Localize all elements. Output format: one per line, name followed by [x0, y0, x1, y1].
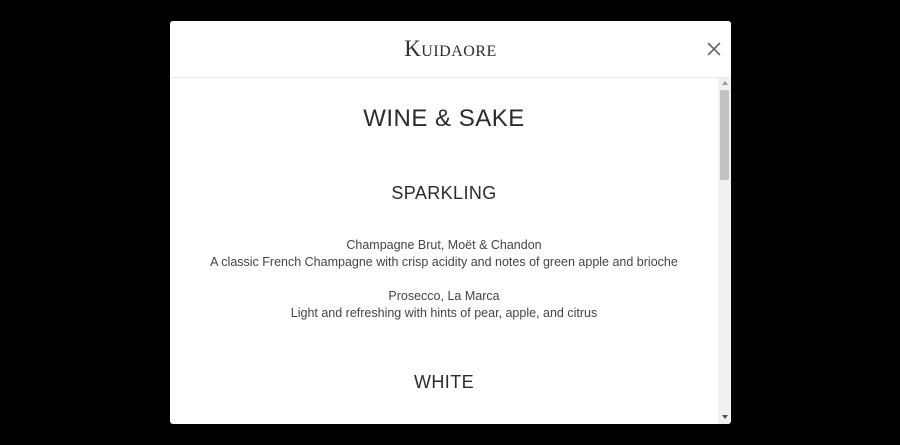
scroll-down-button[interactable] — [718, 413, 731, 423]
section-title-sparkling: SPARKLING — [391, 183, 497, 203]
menu-item-description: A classic French Champagne with crisp ac… — [210, 255, 678, 269]
modal-scroll-content[interactable]: WINE & SAKE SPARKLING Champagne Brut, Mo… — [170, 78, 718, 424]
close-icon — [707, 42, 721, 56]
scrollbar-thumb[interactable] — [720, 90, 729, 180]
modal-header: Kuidaore — [170, 21, 731, 78]
menu-item-description: Light and refreshing with hints of pear,… — [290, 306, 598, 320]
chevron-up-icon — [721, 81, 728, 85]
menu-item-name: Prosecco, La Marca — [388, 289, 500, 303]
menu-item-name: Champagne Brut, Moët & Chandon — [346, 238, 542, 252]
scroll-up-button[interactable] — [718, 79, 731, 89]
close-button[interactable] — [705, 40, 723, 58]
brand-logo-text: Kuidaore — [404, 36, 497, 61]
vertical-scrollbar[interactable] — [718, 78, 731, 424]
section-title-white: WHITE — [414, 372, 474, 392]
menu-title: WINE & SAKE — [363, 105, 525, 132]
menu-modal: Kuidaore WINE & SAKE SPARKLING Champagne… — [170, 21, 731, 424]
chevron-down-icon — [721, 415, 728, 419]
